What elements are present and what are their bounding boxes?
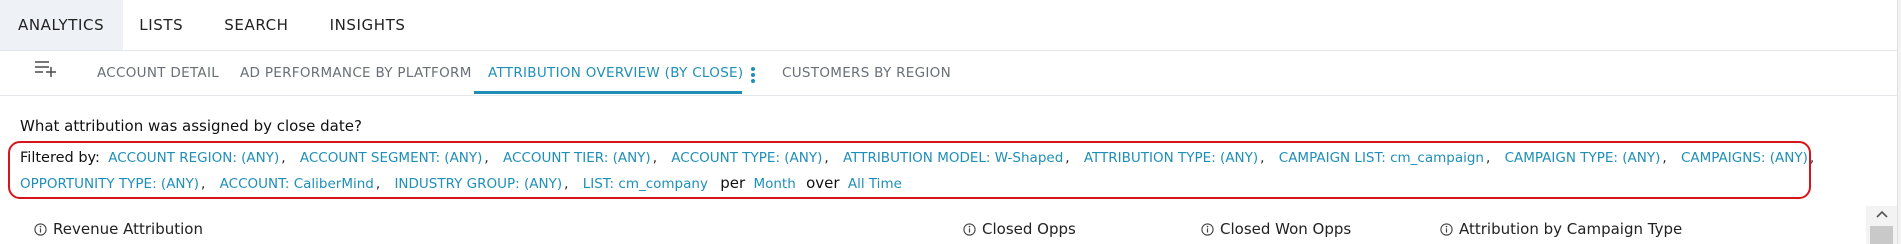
filter-separator: , [281, 150, 286, 166]
filter-opportunity-type[interactable]: OPPORTUNITY TYPE: (ANY) [20, 176, 199, 192]
widget-attribution-by-campaign-type: Attribution by Campaign Type [1440, 220, 1682, 238]
filter-industry-group[interactable]: INDUSTRY GROUP: (ANY) [394, 176, 562, 192]
filter-separator: , [1662, 150, 1667, 166]
tab-customers-by-region[interactable]: CUSTOMERS BY REGION [782, 51, 951, 95]
dashboard-tabs: ACCOUNT DETAIL AD PERFORMANCE BY PLATFOR… [0, 51, 1897, 96]
filter-attribution-model[interactable]: ATTRIBUTION MODEL: W-Shaped [843, 150, 1063, 166]
range-selector[interactable]: All Time [848, 176, 902, 192]
active-tab-indicator [474, 91, 742, 94]
kebab-vertical-icon[interactable] [747, 62, 759, 88]
widget-closed-opps: Closed Opps [963, 220, 1076, 238]
tab-account-detail[interactable]: ACCOUNT DETAIL [97, 51, 219, 95]
widget-title: Revenue Attribution [53, 220, 203, 238]
period-selector[interactable]: Month [753, 176, 795, 192]
filter-separator: , [1809, 150, 1815, 166]
over-label: over [806, 174, 840, 192]
scroll-up-icon[interactable] [1876, 210, 1888, 218]
filter-separator: , [652, 150, 657, 166]
filter-list[interactable]: LIST: cm_company [583, 176, 708, 192]
filter-account-region[interactable]: ACCOUNT REGION: (ANY) [108, 150, 279, 166]
filter-attribution-type[interactable]: ATTRIBUTION TYPE: (ANY) [1084, 150, 1258, 166]
filter-separator: , [564, 176, 569, 192]
filter-account-segment[interactable]: ACCOUNT SEGMENT: (ANY) [300, 150, 483, 166]
per-label: per [720, 174, 746, 192]
nav-search[interactable]: SEARCH [206, 0, 311, 50]
info-icon[interactable] [1201, 222, 1214, 236]
filter-account-type[interactable]: ACCOUNT TYPE: (ANY) [671, 150, 822, 166]
nav-insights[interactable]: INSIGHTS [312, 0, 429, 50]
widget-closed-won-opps: Closed Won Opps [1201, 220, 1351, 238]
info-icon[interactable] [963, 222, 976, 236]
widget-title: Closed Opps [982, 220, 1076, 238]
dashboard-question: What attribution was assigned by close d… [20, 117, 362, 135]
filter-separator: , [201, 176, 206, 192]
filter-separator: , [824, 150, 829, 166]
filter-campaigns[interactable]: CAMPAIGNS: (ANY) [1681, 150, 1808, 166]
playlist-add-icon[interactable] [33, 57, 61, 79]
filter-separator: , [484, 150, 489, 166]
widget-revenue-attribution: Revenue Attribution [34, 220, 203, 238]
nav-analytics[interactable]: ANALYTICS [0, 0, 124, 50]
filter-account[interactable]: ACCOUNT: CaliberMind [220, 176, 374, 192]
info-icon[interactable] [1440, 222, 1453, 236]
filter-separator: , [1260, 150, 1265, 166]
filter-line-2: OPPORTUNITY TYPE: (ANY), ACCOUNT: Calibe… [20, 174, 902, 192]
filter-account-tier[interactable]: ACCOUNT TIER: (ANY) [503, 150, 651, 166]
top-nav: ANALYTICS LISTS SEARCH INSIGHTS [0, 0, 1897, 51]
filter-separator: , [1065, 150, 1070, 166]
filter-summary: Filtered by: ACCOUNT REGION: (ANY), ACCO… [8, 141, 1814, 199]
tab-attribution-overview[interactable]: ATTRIBUTION OVERVIEW (BY CLOSE) [488, 51, 743, 95]
filters-label: Filtered by: [20, 150, 100, 166]
scrollbar-thumb[interactable] [1870, 226, 1893, 244]
widget-title: Closed Won Opps [1220, 220, 1352, 238]
info-icon[interactable] [34, 222, 47, 236]
filter-separator: , [375, 176, 381, 192]
widget-title: Attribution by Campaign Type [1459, 220, 1683, 238]
filter-campaign-type[interactable]: CAMPAIGN TYPE: (ANY) [1505, 150, 1661, 166]
window-edge [1897, 0, 1901, 244]
nav-lists[interactable]: LISTS [123, 0, 206, 50]
filter-line-1: Filtered by: ACCOUNT REGION: (ANY), ACCO… [20, 150, 1824, 166]
filter-campaign-list[interactable]: CAMPAIGN LIST: cm_campaign [1279, 150, 1484, 166]
filter-separator: , [1485, 150, 1491, 166]
vertical-scrollbar[interactable] [1866, 206, 1897, 244]
tab-ad-performance-by-platform[interactable]: AD PERFORMANCE BY PLATFORM [240, 51, 472, 95]
